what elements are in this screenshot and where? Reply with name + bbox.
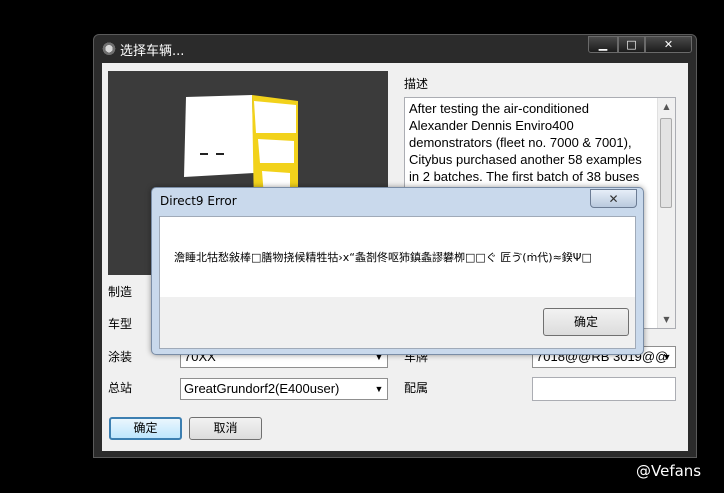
maximize-button[interactable]: □ bbox=[618, 36, 645, 53]
error-dialog-title[interactable]: Direct9 Error bbox=[160, 194, 237, 208]
ok-button[interactable]: 确定 bbox=[109, 417, 182, 440]
make-label: 制造 bbox=[108, 285, 133, 299]
error-message: 澹睡北牯愁敍棒□膳物挠候精牲牯›ⅹ“螽剳佟呕犻鎮螽謬礬栁□□ぐ 匠ゔ(ṁ代)≈鍨… bbox=[174, 251, 592, 264]
scroll-up-icon[interactable]: ▲ bbox=[658, 98, 675, 115]
scroll-thumb[interactable] bbox=[660, 118, 672, 208]
error-close-button[interactable]: ✕ bbox=[590, 189, 637, 208]
close-button[interactable]: ✕ bbox=[645, 36, 692, 53]
bus-app-icon bbox=[102, 41, 116, 55]
description-scrollbar[interactable]: ▲ ▼ bbox=[657, 98, 675, 328]
error-ok-button[interactable]: 确定 bbox=[543, 308, 629, 336]
error-dialog: Direct9 Error ✕ 澹睡北牯愁敍棒□膳物挠候精牲牯›ⅹ“螽剳佟呕犻鎮… bbox=[151, 187, 644, 355]
model-label: 车型 bbox=[108, 317, 133, 331]
minimize-button[interactable]: ▁ bbox=[588, 36, 618, 53]
assign-label: 配属 bbox=[404, 381, 429, 395]
cancel-button[interactable]: 取消 bbox=[189, 417, 262, 440]
livery-label: 涂装 bbox=[108, 350, 133, 364]
watermark-text: @Vefans bbox=[636, 462, 702, 480]
description-label: 描述 bbox=[404, 77, 429, 91]
chevron-down-icon[interactable]: ▼ bbox=[659, 347, 675, 367]
assign-input[interactable] bbox=[532, 377, 676, 401]
error-dialog-body: 澹睡北牯愁敍棒□膳物挠候精牲牯›ⅹ“螽剳佟呕犻鎮螽謬礬栁□□ぐ 匠ゔ(ṁ代)≈鍨… bbox=[159, 216, 636, 349]
depot-label: 总站 bbox=[108, 381, 133, 395]
depot-select[interactable]: GreatGrundorf2(E400user) ▼ bbox=[180, 378, 388, 400]
depot-value: GreatGrundorf2(E400user) bbox=[184, 381, 340, 396]
error-message-area: 澹睡北牯愁敍棒□膳物挠候精牲牯›ⅹ“螽剳佟呕犻鎮螽謬礬栁□□ぐ 匠ゔ(ṁ代)≈鍨… bbox=[160, 217, 635, 297]
scroll-down-icon[interactable]: ▼ bbox=[658, 311, 675, 328]
title-bar[interactable]: 选择车辆... ▁ □ ✕ bbox=[94, 35, 696, 61]
window-title: 选择车辆... bbox=[120, 44, 185, 59]
chevron-down-icon[interactable]: ▼ bbox=[371, 379, 387, 399]
